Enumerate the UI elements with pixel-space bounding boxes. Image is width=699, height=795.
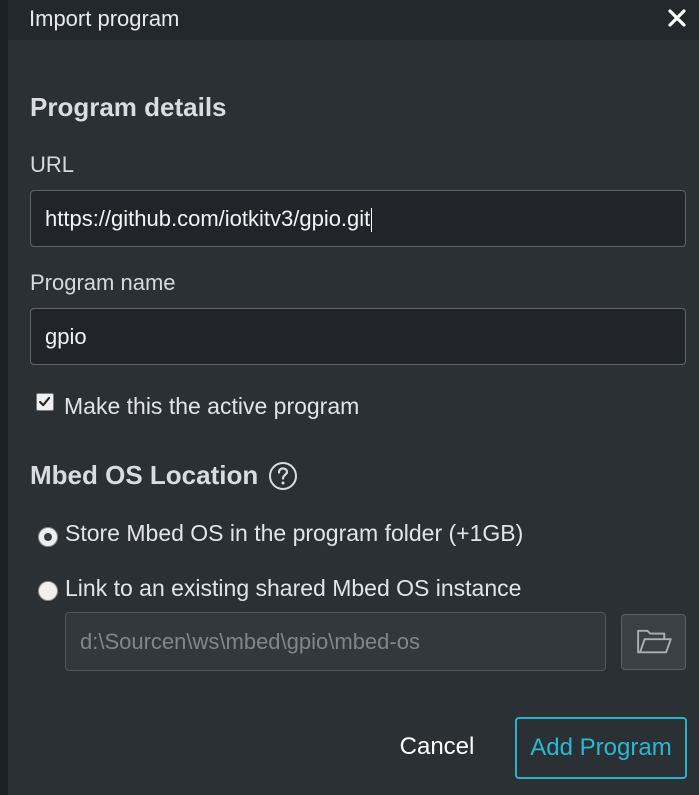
url-input[interactable]: https://github.com/iotkitv3/gpio.git [30,190,686,247]
dialog-titlebar: Import program [8,0,699,40]
program-name-value: gpio [45,324,87,349]
active-program-label[interactable]: Make this the active program [64,393,359,420]
radio-store-in-program[interactable] [38,527,58,547]
url-input-value: https://github.com/iotkitv3/gpio.git [45,206,371,231]
dialog-title: Import program [29,6,180,31]
url-label: URL [30,152,75,177]
shared-path-placeholder: d:\Sourcen\ws\mbed\gpio\mbed-os [80,629,420,654]
help-circle-icon[interactable] [268,461,298,491]
radio-link-shared[interactable] [38,581,58,601]
text-caret [371,208,373,233]
close-icon[interactable] [665,6,689,30]
left-edge-strip [0,0,8,795]
cancel-button[interactable]: Cancel [388,718,486,778]
program-details-heading: Program details [30,92,227,122]
checkmark-icon [39,396,51,407]
mbed-os-location-heading: Mbed OS Location [30,460,259,490]
radio-link-shared-label[interactable]: Link to an existing shared Mbed OS insta… [65,575,521,602]
program-name-input[interactable]: gpio [30,308,686,365]
browse-folder-button [621,614,686,670]
import-program-dialog: Import program Program details URL https… [0,0,699,795]
program-name-label: Program name [30,270,176,295]
radio-store-in-program-label[interactable]: Store Mbed OS in the program folder (+1G… [65,520,523,547]
active-program-checkbox[interactable] [36,393,54,411]
folder-open-icon [637,629,672,654]
add-program-button[interactable]: Add Program [515,717,687,779]
shared-mbed-os-path-input: d:\Sourcen\ws\mbed\gpio\mbed-os [65,612,606,671]
